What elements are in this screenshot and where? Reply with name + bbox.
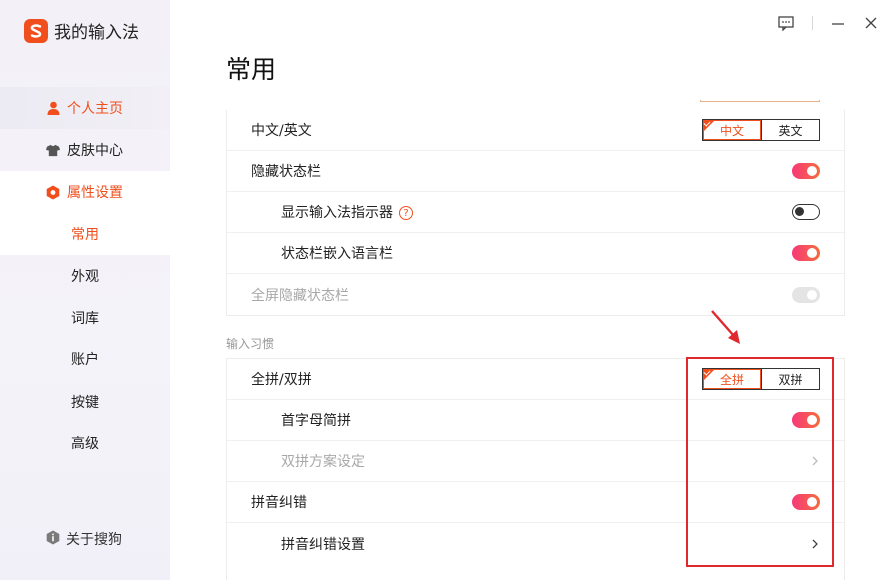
sidebar-subitem-keys[interactable]: 按键: [0, 381, 170, 423]
row-full-double-pinyin: 全拼/双拼 全拼 双拼: [227, 359, 844, 400]
segment-full-pinyin[interactable]: 全拼: [703, 369, 761, 389]
row-hide-status-bar: 隐藏状态栏: [227, 151, 844, 192]
segment-chinese[interactable]: 中文: [703, 120, 761, 140]
segment-double-pinyin[interactable]: 双拼: [761, 369, 819, 389]
sidebar-item-label: 个人主页: [67, 101, 123, 117]
settings-panel-input-habits: 全拼/双拼 全拼 双拼 首字母简拼 双拼方案设定 拼音纠错 拼音纠错设置: [226, 358, 845, 580]
row-fullscreen-hide-status-bar: 全屏隐藏状态栏: [227, 274, 844, 315]
row-initial-abbreviation: 首字母简拼: [227, 400, 844, 441]
scrolled-control-edge: [700, 100, 820, 102]
window-controls-divider: [812, 16, 813, 30]
section-label-input-habits: 输入习惯: [226, 337, 275, 351]
full-double-pinyin-segmented: 全拼 双拼: [702, 368, 820, 390]
sidebar-subitem-common[interactable]: 常用: [0, 213, 170, 255]
sidebar-subitem-account[interactable]: 账户: [0, 338, 170, 380]
user-icon: [46, 101, 60, 115]
help-icon[interactable]: ?: [399, 206, 413, 220]
sidebar: 我的输入法 个人主页 皮肤中心 属性设置 常用 外观 词库 账户 按键 高级 关…: [0, 0, 170, 580]
settings-panel-general: 中文/英文 中文 英文 隐藏状态栏 显示输入法指示器? 状态栏嵌入语言栏 全屏隐…: [226, 110, 845, 316]
row-pinyin-correction-settings[interactable]: 拼音纠错设置: [227, 523, 844, 564]
about-sogou-link[interactable]: 关于搜狗: [46, 529, 122, 549]
pinyin-correction-toggle[interactable]: [792, 494, 820, 510]
chevron-right-icon: [812, 539, 818, 548]
app-title: 我的输入法: [54, 23, 139, 43]
sidebar-subitem-appearance[interactable]: 外观: [0, 255, 170, 297]
close-button[interactable]: [862, 14, 880, 32]
sidebar-item-skins[interactable]: 皮肤中心: [0, 129, 170, 171]
row-chinese-english: 中文/英文 中文 英文: [227, 110, 844, 151]
info-icon: [46, 530, 60, 549]
segment-english[interactable]: 英文: [761, 120, 819, 140]
sidebar-item-settings[interactable]: 属性设置: [0, 171, 170, 213]
sogou-logo-icon: [24, 18, 48, 43]
row-double-pinyin-scheme[interactable]: 双拼方案设定: [227, 441, 844, 482]
hide-status-bar-toggle[interactable]: [792, 163, 820, 179]
fullscreen-hide-status-bar-toggle[interactable]: [792, 286, 820, 303]
chevron-right-icon: [812, 456, 818, 466]
chinese-english-segmented: 中文 英文: [702, 119, 820, 141]
show-ime-indicator-toggle[interactable]: [792, 204, 820, 220]
sidebar-item-profile[interactable]: 个人主页: [0, 87, 170, 129]
row-embed-language-bar: 状态栏嵌入语言栏: [227, 233, 844, 274]
row-pinyin-correction: 拼音纠错: [227, 482, 844, 523]
sidebar-subitem-dictionary[interactable]: 词库: [0, 297, 170, 339]
sidebar-subitem-advanced[interactable]: 高级: [0, 422, 170, 464]
feedback-icon: [778, 15, 794, 31]
initial-abbreviation-toggle[interactable]: [792, 412, 820, 428]
sidebar-item-label: 属性设置: [67, 185, 123, 201]
shirt-icon: [46, 143, 60, 157]
brand: 我的输入法: [24, 18, 139, 43]
close-icon: [865, 17, 877, 29]
row-show-ime-indicator: 显示输入法指示器?: [227, 192, 844, 233]
minimize-button[interactable]: [829, 14, 847, 32]
hexagon-gear-icon: [46, 185, 60, 199]
feedback-button[interactable]: [777, 14, 795, 32]
page-title: 常用: [226, 55, 277, 84]
sidebar-item-label: 皮肤中心: [67, 143, 123, 159]
minimize-icon: [832, 23, 844, 25]
embed-language-bar-toggle[interactable]: [792, 245, 820, 261]
